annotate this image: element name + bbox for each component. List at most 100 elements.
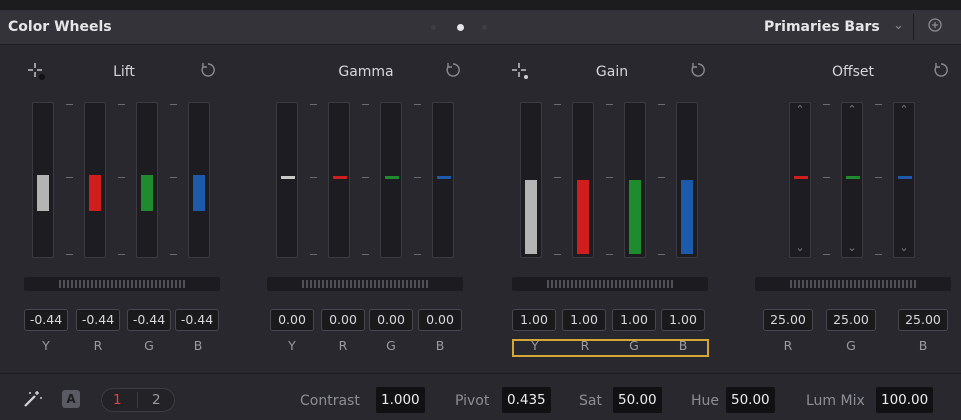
chevron-up-icon[interactable]: ⌃	[790, 104, 810, 115]
chevron-up-icon[interactable]: ⌃	[842, 104, 862, 115]
gamma-master-wheel[interactable]	[267, 277, 463, 291]
tick	[554, 177, 561, 178]
gamma-reset-icon[interactable]	[444, 61, 462, 79]
contrast-value[interactable]: 1.000	[376, 387, 425, 413]
tick	[170, 177, 177, 178]
lift-r-label: R	[93, 338, 103, 353]
page-toggle-divider	[137, 392, 138, 408]
gamma-y-value[interactable]: 0.00	[270, 309, 314, 331]
gain-r-bar[interactable]	[572, 102, 594, 258]
tick	[310, 104, 317, 105]
pivot-label: Pivot	[455, 393, 490, 409]
page-dot-3[interactable]	[482, 25, 487, 30]
offset-r-value[interactable]: 25.00	[763, 309, 813, 331]
gain-r-value[interactable]: 1.00	[562, 309, 606, 331]
gain-master-wheel[interactable]	[512, 277, 708, 291]
gain-y-value[interactable]: 1.00	[512, 309, 556, 331]
gamma-r-bar[interactable]	[328, 102, 350, 258]
color-picker-icon[interactable]	[511, 62, 531, 82]
tick	[658, 254, 665, 255]
gain-y-bar[interactable]	[520, 102, 542, 258]
page-2-button[interactable]: 2	[152, 392, 161, 408]
lift-r-value[interactable]: -0.44	[76, 309, 120, 331]
pivot-value[interactable]: 0.435	[502, 387, 551, 413]
top-strip	[0, 0, 961, 10]
tick	[658, 104, 665, 105]
lift-r-bar[interactable]	[84, 102, 106, 258]
mode-selector[interactable]: Primaries Bars	[764, 19, 880, 35]
gain-r-label: R	[580, 338, 590, 353]
gamma-y-bar[interactable]	[276, 102, 298, 258]
offset-b-label: B	[918, 338, 928, 353]
chevron-down-icon[interactable]: ⌄	[790, 242, 810, 253]
offset-r-bar[interactable]: ⌃ ⌄	[789, 102, 811, 258]
gamma-g-value[interactable]: 0.00	[369, 309, 413, 331]
lift-g-value[interactable]: -0.44	[127, 309, 171, 331]
tick	[823, 177, 830, 178]
gamma-title: Gamma	[338, 64, 394, 80]
tick	[310, 177, 317, 178]
chevron-up-icon[interactable]: ⌃	[894, 104, 914, 115]
gain-g-label: G	[629, 338, 639, 353]
tick	[658, 177, 665, 178]
offset-master-wheel[interactable]	[755, 277, 951, 291]
color-picker-icon[interactable]	[27, 62, 47, 82]
tick	[118, 104, 125, 105]
offset-r-label: R	[783, 338, 793, 353]
page-dot-2[interactable]	[457, 24, 464, 31]
page-1-button[interactable]: 1	[113, 392, 122, 408]
header-divider	[913, 14, 914, 40]
lummix-value[interactable]: 100.00	[876, 387, 934, 413]
tick	[554, 104, 561, 105]
tick	[66, 177, 73, 178]
tick	[170, 254, 177, 255]
gain-title: Gain	[595, 64, 629, 80]
lift-y-value[interactable]: -0.44	[24, 309, 68, 331]
gamma-g-bar[interactable]	[380, 102, 402, 258]
tick	[170, 104, 177, 105]
contrast-label: Contrast	[300, 393, 360, 409]
lift-b-bar[interactable]	[188, 102, 210, 258]
lift-b-value[interactable]: -0.44	[175, 309, 219, 331]
gain-g-value[interactable]: 1.00	[612, 309, 656, 331]
tick	[414, 177, 421, 178]
tick	[66, 104, 73, 105]
lift-g-bar[interactable]	[136, 102, 158, 258]
lummix-label: Lum Mix	[806, 393, 865, 409]
lift-b-label: B	[193, 338, 203, 353]
gamma-g-label: G	[386, 338, 396, 353]
gain-b-bar[interactable]	[676, 102, 698, 258]
chevron-down-icon[interactable]: ⌄	[894, 242, 914, 253]
offset-title: Offset	[831, 64, 875, 80]
lift-master-wheel[interactable]	[24, 277, 220, 291]
hue-value[interactable]: 50.00	[726, 387, 775, 413]
gain-g-bar[interactable]	[624, 102, 646, 258]
tick	[606, 254, 613, 255]
gamma-b-bar[interactable]	[432, 102, 454, 258]
lift-y-bar[interactable]	[32, 102, 54, 258]
gamma-r-value[interactable]: 0.00	[321, 309, 365, 331]
lift-title: Lift	[113, 64, 135, 80]
tick	[118, 177, 125, 178]
gain-reset-icon[interactable]	[689, 61, 707, 79]
page-dot-1[interactable]	[431, 25, 436, 30]
offset-g-bar[interactable]: ⌃ ⌄	[841, 102, 863, 258]
panel-title: Color Wheels	[8, 19, 112, 35]
offset-b-value[interactable]: 25.00	[898, 309, 948, 331]
chevron-down-icon[interactable]: ⌄	[842, 242, 862, 253]
gain-b-value[interactable]: 1.00	[661, 309, 705, 331]
reset-all-icon[interactable]	[926, 16, 944, 34]
lift-reset-icon[interactable]	[199, 61, 217, 79]
chevron-down-icon[interactable]: ⌄	[893, 18, 904, 33]
auto-button[interactable]: A	[62, 390, 80, 408]
offset-g-value[interactable]: 25.00	[826, 309, 876, 331]
sat-value[interactable]: 50.00	[613, 387, 662, 413]
gamma-b-value[interactable]: 0.00	[418, 309, 462, 331]
tick	[875, 254, 882, 255]
offset-b-bar[interactable]: ⌃ ⌄	[893, 102, 915, 258]
tick	[414, 254, 421, 255]
auto-balance-icon[interactable]	[22, 389, 44, 409]
gain-b-label: B	[678, 338, 688, 353]
offset-reset-icon[interactable]	[932, 61, 950, 79]
tick	[823, 104, 830, 105]
